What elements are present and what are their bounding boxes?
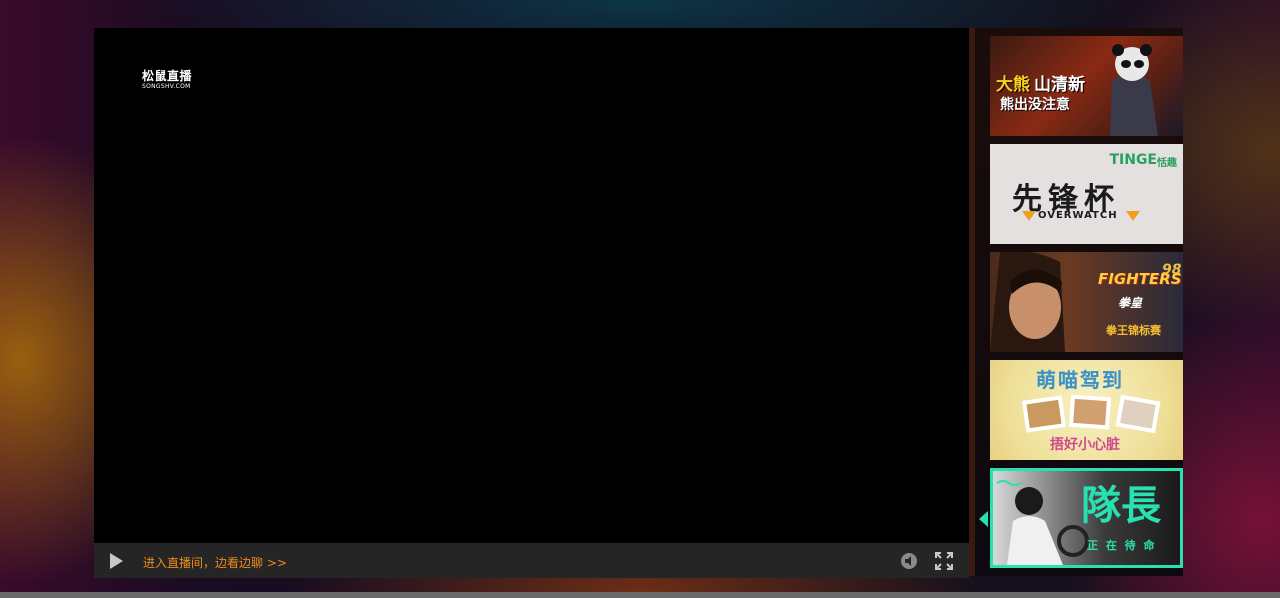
stream-thumbnail-5[interactable]: 隊長 正 在 待 命 xyxy=(990,468,1183,568)
play-icon xyxy=(110,553,123,569)
watermark-title: 松鼠直播 xyxy=(142,69,193,83)
thumb-3-cn: 拳皇 xyxy=(1118,296,1143,310)
control-bar: 进入直播间，边看边聊 >> xyxy=(94,543,969,578)
video-area[interactable]: 松鼠直播 SONGSHV.COM xyxy=(94,28,969,543)
watermark-subtitle: SONGSHV.COM xyxy=(142,83,191,90)
stream-thumbnail-2[interactable]: TINGE 恬趣 先锋杯 OVERWATCH xyxy=(990,144,1183,244)
thumb-3-game-num: 98 xyxy=(1162,262,1182,278)
mute-button[interactable] xyxy=(900,552,918,570)
watermark-logo: 松鼠直播 SONGSHV.COM xyxy=(142,69,192,90)
video-player: 松鼠直播 SONGSHV.COM 进入直播间，边看边聊 >> xyxy=(94,28,969,578)
active-indicator-arrow xyxy=(979,511,988,527)
stream-thumbnail-3[interactable]: FIGHTERS 98 拳皇 拳王锦标赛 xyxy=(990,252,1183,352)
thumb-2-sub: OVERWATCH xyxy=(1038,210,1118,221)
stream-thumbnail-1[interactable]: 大熊 山清新 熊出没注意 xyxy=(990,36,1183,136)
thumb-5-sub: 正 在 待 命 xyxy=(1087,539,1157,552)
bottom-strip xyxy=(0,592,1280,598)
thumb-1-line2: 山清新 xyxy=(1034,75,1085,95)
thumb-2-brand: TINGE xyxy=(1109,152,1157,168)
speaker-mute-icon xyxy=(901,553,917,569)
play-button[interactable] xyxy=(106,551,126,571)
fullscreen-icon xyxy=(935,552,953,570)
chevron-right-icon xyxy=(1126,211,1140,221)
fullscreen-button[interactable] xyxy=(934,551,954,571)
thumb-1-line3: 熊出没注意 xyxy=(1000,97,1070,113)
thumb-2-brand-cn: 恬趣 xyxy=(1157,158,1177,169)
thumb-5-title: 隊長 xyxy=(1081,483,1161,529)
thumb-1-line1: 大熊 xyxy=(996,75,1030,95)
thumb-3-sub: 拳王锦标赛 xyxy=(1106,324,1161,337)
recommend-sidebar: 大熊 山清新 熊出没注意 TINGE 恬趣 先锋杯 OVERWATCH FIGH… xyxy=(969,28,1183,576)
stream-thumbnail-4[interactable]: 萌喵驾到 捂好小心脏 xyxy=(990,360,1183,460)
chevron-left-icon xyxy=(1022,211,1036,221)
enter-live-room-link[interactable]: 进入直播间，边看边聊 >> xyxy=(143,554,287,571)
thumb-4-sub: 捂好小心脏 xyxy=(1050,437,1120,453)
